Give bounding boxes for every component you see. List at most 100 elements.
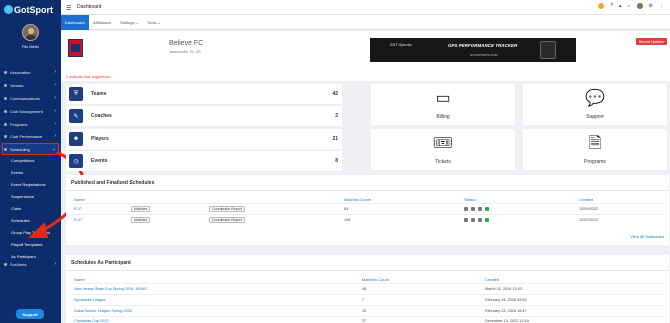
notification-icon[interactable] xyxy=(598,3,605,9)
menu-icon[interactable]: ☰ xyxy=(66,5,71,12)
stat-value: 2 xyxy=(335,113,338,119)
recent-updates-button[interactable]: Recent Updates xyxy=(635,38,667,45)
stat-players[interactable]: ☻ Players 21 xyxy=(66,129,342,149)
ad-banner[interactable]: SST Sports GPS PERFORMANCE TRACKER STATS… xyxy=(370,38,576,62)
schedule-name-link[interactable]: Dukal Soccer League Spring 2026 xyxy=(74,309,132,313)
sidebar-item-communications[interactable]: Communications › xyxy=(0,93,61,103)
tab-settings[interactable]: Settings ⌄ xyxy=(116,15,143,30)
lock-icon[interactable] xyxy=(464,207,468,211)
link-icon[interactable] xyxy=(478,218,482,222)
support-button[interactable]: Support xyxy=(16,309,44,319)
club-location: Jacksonville, FL, US xyxy=(169,50,201,54)
edit-icon[interactable] xyxy=(471,218,475,222)
col-header-created[interactable]: Created xyxy=(579,197,593,202)
col-header-status[interactable]: Status xyxy=(464,197,475,202)
bell-icon[interactable]: ▴ xyxy=(619,3,622,9)
gear-icon[interactable]: ⚙ xyxy=(649,3,653,9)
coach-icon: ✎ xyxy=(69,109,83,123)
sidebar-item-label: Association xyxy=(10,69,31,75)
col-header-matches[interactable]: Matches Count xyxy=(362,277,389,282)
duplicate-users-link[interactable]: 1 duplicate user suggestions › xyxy=(66,75,113,79)
avatar[interactable] xyxy=(22,24,39,41)
tab-tools[interactable]: Tools ⌄ xyxy=(143,15,165,30)
sidebar-item-scheduling[interactable]: Scheduling ⌄ xyxy=(0,144,61,154)
sidebar-subitem-group-play-templates[interactable]: Group Play Templates xyxy=(0,227,61,238)
col-header-created[interactable]: Created xyxy=(485,277,499,282)
stat-coaches[interactable]: ✎ Coaches 2 xyxy=(66,106,342,126)
link-icon[interactable] xyxy=(478,207,482,211)
tile-tickets[interactable]: 🎟 Tickets xyxy=(371,129,515,170)
sidebar-subitem-competitions[interactable]: Competitions xyxy=(0,155,61,166)
sidebar-subitem-clubs[interactable]: Clubs xyxy=(0,203,61,214)
sidebar-subitem-events[interactable]: Events xyxy=(0,167,61,178)
tile-programs[interactable]: 🗎 Programs xyxy=(523,129,667,170)
check-icon[interactable] xyxy=(485,207,489,211)
sidebar-item-label: Venues xyxy=(10,82,24,88)
chevron-right-icon: › xyxy=(54,121,56,127)
published-schedules-panel: Published and Finalized Schedules Name M… xyxy=(66,175,669,245)
sidebar-item-club-performance[interactable]: Club Performance › xyxy=(0,131,61,141)
schedule-name-link[interactable]: R-17 xyxy=(74,218,82,222)
sidebar-subitem-suspensions[interactable]: Suspensions xyxy=(0,191,61,202)
check-icon[interactable] xyxy=(485,218,489,222)
sidebar-item-club-management[interactable]: Club Management › xyxy=(0,106,61,116)
sidebar-item-programs[interactable]: Programs › xyxy=(0,119,61,129)
club-crest-icon xyxy=(68,39,83,57)
created-date: February 03, 2026 16:47 xyxy=(485,309,527,313)
grid-icon[interactable]: ⋮ xyxy=(659,3,664,9)
schedule-name-link[interactable]: New Jersey State Cup Spring 2026- DEMO xyxy=(74,287,147,291)
matches-count: 48 xyxy=(362,287,367,291)
stat-value: 42 xyxy=(332,91,338,97)
billing-icon: ▭ xyxy=(435,90,451,107)
matches-count: 63 xyxy=(344,207,349,211)
schedule-name-link[interactable]: Sportswire League xyxy=(74,298,106,302)
matches-button[interactable]: Matches xyxy=(131,217,151,223)
schedule-name-link[interactable]: R-17 xyxy=(74,207,82,211)
sidebar-subitem-playoff-templates[interactable]: Playoff Templates xyxy=(0,239,61,250)
tile-billing[interactable]: ▭ Billing xyxy=(371,84,515,125)
tile-support[interactable]: 💬 Support xyxy=(523,84,667,125)
tab-bar: Dashboard Affiliations Settings ⌄ Tools … xyxy=(61,15,670,30)
col-header-name[interactable]: Name xyxy=(74,197,85,202)
user-avatar-icon[interactable] xyxy=(636,3,643,9)
coordinator-report-button[interactable]: Coordinator Report xyxy=(209,217,245,223)
tab-dashboard[interactable]: Dashboard xyxy=(61,15,89,30)
stat-label: Players xyxy=(91,136,109,142)
chat-icon: 💬 xyxy=(585,90,605,107)
panel-title: Schedules As Participant xyxy=(71,260,131,266)
sidebar-item-venues[interactable]: Venues › xyxy=(0,80,61,90)
edit-icon[interactable] xyxy=(471,207,475,211)
phone-icon xyxy=(540,41,556,59)
sidebar-item-association[interactable]: Association › xyxy=(0,67,61,77)
lock-icon[interactable] xyxy=(464,218,468,222)
stat-value: 21 xyxy=(332,136,338,142)
col-header-matches[interactable]: Matches Count xyxy=(344,197,371,202)
sidebar-item-label: Club Management xyxy=(10,108,43,114)
matches-count: 15 xyxy=(362,309,367,313)
tile-label: Billing xyxy=(436,114,450,120)
club-header: Believe FC Jacksonville, FL, US SST Spor… xyxy=(61,31,670,81)
matches-button[interactable]: Matches xyxy=(131,206,151,212)
sidebar-item-suralerts[interactable]: SurAlerts › xyxy=(0,259,61,269)
created-date: 12/07/2022 xyxy=(579,218,599,222)
banner-url: STATSPORTS.COM xyxy=(470,53,498,57)
matches-count: 106 xyxy=(344,218,351,222)
sidebar-item-label: Club Performance xyxy=(10,133,43,139)
created-date: March 02, 2026 13:03 xyxy=(485,287,522,291)
tab-affiliations[interactable]: Affiliations xyxy=(89,15,115,30)
stat-events[interactable]: ◷ Events 8 xyxy=(66,151,342,171)
home-icon[interactable]: ⌂ xyxy=(627,3,630,9)
gotsport-logo[interactable]: GotSport xyxy=(4,5,53,15)
top-bar: ☰ Dashboard ? ▴ ⌂ ⚙ ⋮ xyxy=(61,0,670,15)
coordinator-report-button[interactable]: Coordinator Report xyxy=(209,206,245,212)
schedule-name-link[interactable]: Christmas Cup 2022 xyxy=(74,319,109,323)
sidebar-subitem-event-registrations[interactable]: Event Registrations xyxy=(0,179,61,190)
help-icon[interactable]: ? xyxy=(610,3,613,9)
communications-icon xyxy=(4,96,7,100)
banner-headline: GPS PERFORMANCE TRACKER xyxy=(448,43,518,48)
col-header-name[interactable]: Name xyxy=(74,277,85,282)
sidebar-subitem-schedules[interactable]: Schedules xyxy=(0,215,61,226)
stat-teams[interactable]: ⛨ Teams 42 xyxy=(66,84,342,104)
clock-icon: ◷ xyxy=(69,154,83,168)
view-all-schedules-link[interactable]: View All Schedules xyxy=(630,234,664,239)
